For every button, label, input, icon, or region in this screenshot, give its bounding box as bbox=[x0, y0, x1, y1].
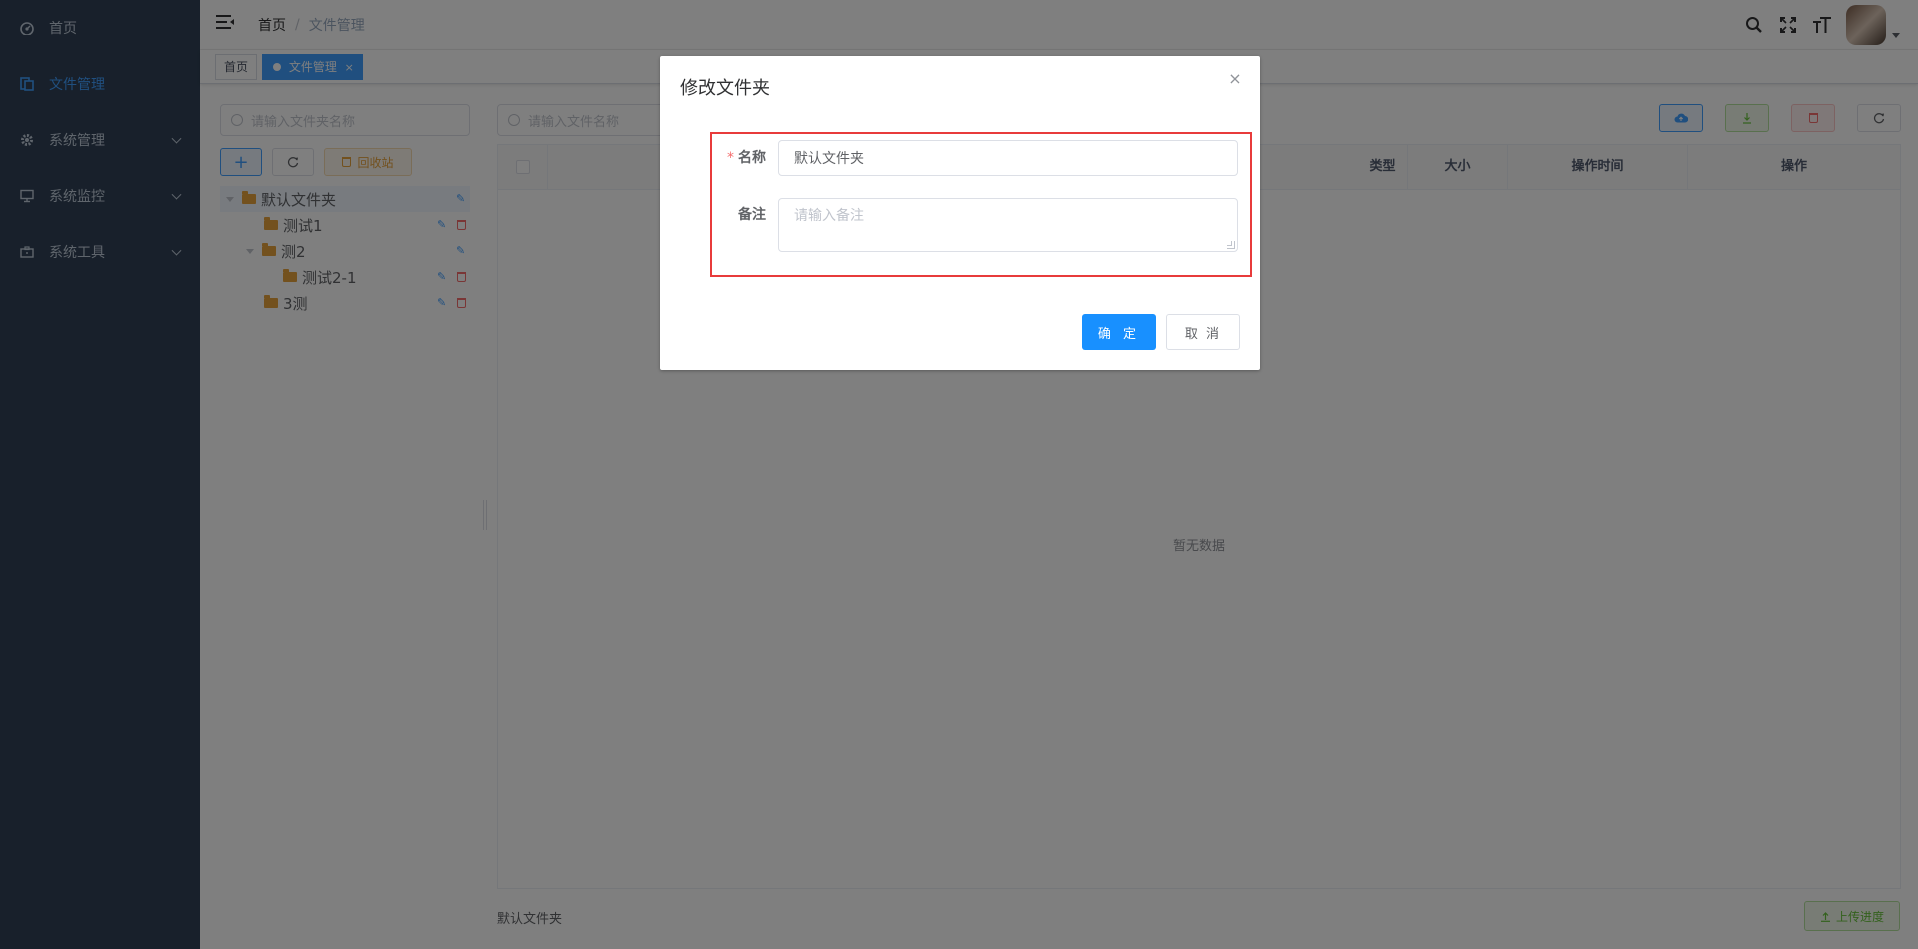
confirm-button[interactable]: 确 定 bbox=[1082, 314, 1156, 350]
name-input[interactable]: 默认文件夹 bbox=[778, 140, 1238, 176]
name-label: * 名称 bbox=[727, 150, 766, 166]
cancel-button[interactable]: 取 消 bbox=[1166, 314, 1240, 350]
close-icon[interactable]: × bbox=[1228, 71, 1242, 87]
remark-textarea[interactable]: 请输入备注 bbox=[778, 198, 1238, 252]
remark-label: 备注 bbox=[738, 207, 766, 223]
resize-handle-icon[interactable] bbox=[1227, 241, 1235, 249]
remark-placeholder: 请输入备注 bbox=[794, 208, 864, 224]
form-row-name: * 名称 默认文件夹 bbox=[720, 140, 1238, 176]
required-mark: * bbox=[727, 150, 734, 166]
form-row-remark: 备注 请输入备注 bbox=[720, 198, 1238, 252]
edit-folder-dialog: 修改文件夹 × * 名称 默认文件夹 备注 请输入备注 确 定 取 消 bbox=[660, 56, 1260, 370]
dialog-title: 修改文件夹 bbox=[680, 78, 770, 99]
